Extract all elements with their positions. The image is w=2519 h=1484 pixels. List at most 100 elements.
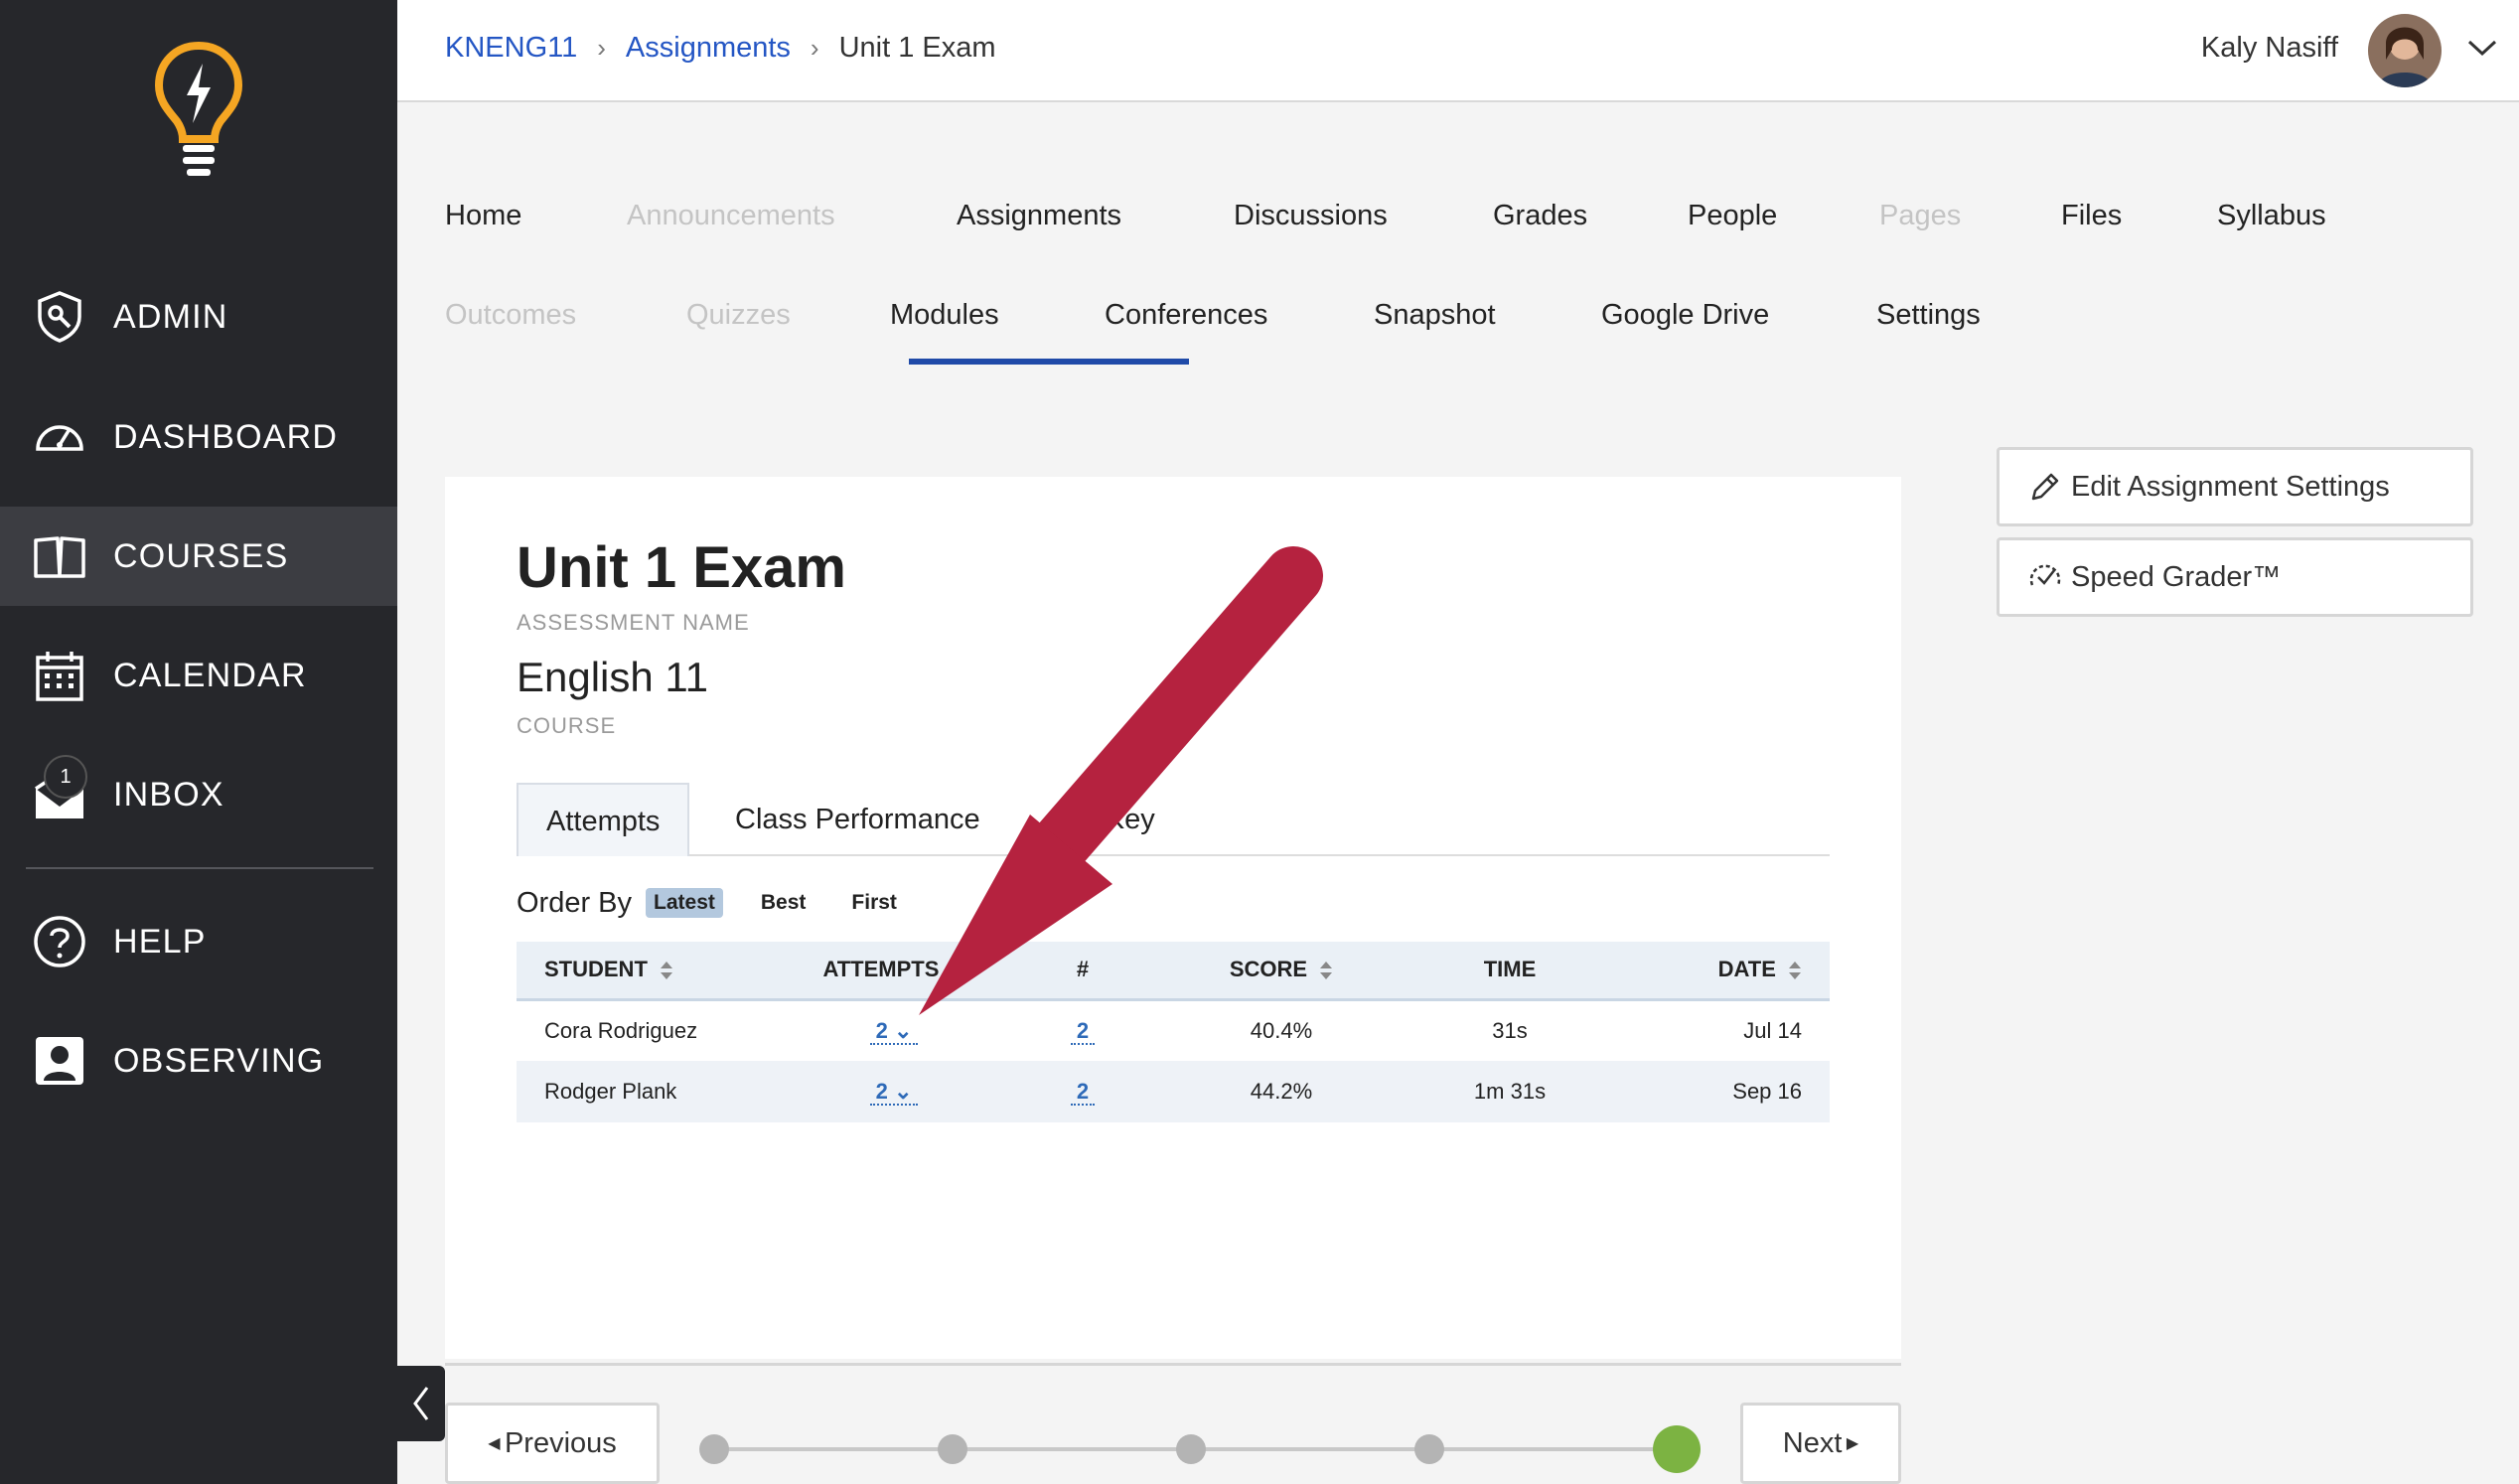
order-latest-option[interactable]: Latest <box>646 888 723 918</box>
active-tab-indicator <box>909 359 1189 365</box>
order-best-option[interactable]: Best <box>753 888 815 918</box>
progress-step-2[interactable] <box>938 1434 967 1464</box>
tab-home[interactable]: Home <box>445 200 521 232</box>
assessment-name-caption: ASSESSMENT NAME <box>517 610 750 635</box>
tab-settings[interactable]: Settings <box>1876 299 1981 332</box>
tab-quizzes[interactable]: Quizzes <box>686 299 791 332</box>
tab-discussions[interactable]: Discussions <box>1234 200 1388 232</box>
shield-wrench-icon <box>38 291 81 343</box>
date-value: Jul 14 <box>1743 1017 1802 1043</box>
column-header-label: DATE <box>1717 957 1776 982</box>
column-header-label: STUDENT <box>544 957 648 982</box>
assessment-tabs: Attempts Class Performance wer Key <box>517 783 1830 856</box>
open-book-icon <box>34 536 85 578</box>
sidebar-item-dashboard[interactable]: DASHBOARD <box>0 387 397 487</box>
sidebar-item-label: CALENDAR <box>113 656 307 694</box>
attempts-count: 2 <box>875 1079 888 1104</box>
tab-files[interactable]: Files <box>2061 200 2122 232</box>
previous-label: Previous <box>504 1426 617 1459</box>
column-header-label: # <box>1076 957 1090 982</box>
progress-step-1[interactable] <box>699 1434 729 1464</box>
course-navigation: Home Announcements Assignments Discussio… <box>397 102 2519 400</box>
chevron-down-icon: ⌄ <box>893 1079 913 1104</box>
sidebar-item-observing[interactable]: OBSERVING <box>0 1011 397 1111</box>
score-column-header[interactable]: SCORE <box>1152 942 1410 1001</box>
help-circle-icon <box>34 916 85 967</box>
time-column-header: TIME <box>1410 942 1609 1001</box>
attempts-column-header[interactable]: ATTEMPTS <box>775 942 1013 1001</box>
tab-people[interactable]: People <box>1688 200 1777 232</box>
previous-button[interactable]: ◀ Previous <box>445 1403 660 1484</box>
tab-outcomes[interactable]: Outcomes <box>445 299 576 332</box>
tab-syllabus[interactable]: Syllabus <box>2217 200 2326 232</box>
tab-grades[interactable]: Grades <box>1493 200 1587 232</box>
lightbulb-logo-icon[interactable] <box>149 40 248 179</box>
date-column-header[interactable]: DATE <box>1609 942 1830 1001</box>
attempts-dropdown[interactable]: 2 ⌄ <box>775 999 1013 1061</box>
table-row: Cora Rodriguez 2 ⌄ 2 40.4% 31s Jul 14 <box>517 999 1830 1061</box>
progress-step-5-current[interactable] <box>1653 1425 1701 1473</box>
sidebar-item-label: HELP <box>113 922 207 961</box>
sidebar-item-label: OBSERVING <box>113 1041 325 1080</box>
pencil-icon <box>2031 473 2059 501</box>
time-value: 31s <box>1492 1017 1528 1043</box>
sort-icon <box>661 962 673 980</box>
student-name: Rodger Plank <box>517 1061 775 1122</box>
chevron-down-icon[interactable] <box>2465 36 2499 60</box>
collapse-sidebar-button[interactable] <box>397 1366 445 1441</box>
user-name[interactable]: Kaly Nasiff <box>2201 32 2338 65</box>
chevron-right-icon: › <box>597 33 606 63</box>
tab-assignments[interactable]: Assignments <box>957 200 1121 232</box>
sidebar-item-calendar[interactable]: CALENDAR <box>0 626 397 725</box>
sidebar-item-label: COURSES <box>113 536 289 575</box>
sidebar-divider <box>26 867 373 869</box>
sidebar-item-label: DASHBOARD <box>113 417 339 456</box>
sort-icon <box>1789 962 1801 980</box>
avatar[interactable] <box>2368 14 2442 87</box>
speedometer-icon <box>36 425 83 451</box>
course-name: English 11 <box>517 654 709 700</box>
table-header-row: STUDENT ATTEMPTS # SCORE TIME DATE <box>517 942 1830 1001</box>
tab-class-performance[interactable]: Class Performance <box>707 783 1008 856</box>
speed-grader-button[interactable]: Speed Grader™ <box>1997 537 2473 617</box>
breadcrumb: KNENG11 › Assignments › Unit 1 Exam <box>445 32 996 65</box>
breadcrumb-course-link[interactable]: KNENG11 <box>445 32 577 65</box>
next-button[interactable]: Next ▶ <box>1740 1403 1901 1484</box>
page-title: Unit 1 Exam <box>517 535 846 600</box>
sidebar-item-help[interactable]: HELP <box>0 892 397 991</box>
date-value: Sep 16 <box>1609 1061 1830 1122</box>
tab-pages[interactable]: Pages <box>1879 200 1961 232</box>
student-column-header[interactable]: STUDENT <box>517 942 775 1001</box>
attempts-count: 2 <box>875 1017 888 1043</box>
tab-announcements[interactable]: Announcements <box>627 200 835 232</box>
attempt-number: 2 <box>1070 1079 1096 1106</box>
attempt-number-link[interactable]: 2 <box>1013 1061 1152 1122</box>
speed-grader-icon <box>2029 564 2061 586</box>
order-first-option[interactable]: First <box>843 888 905 918</box>
sidebar: ADMIN DASHBOARD COURSES CALENDAR INBOX 1… <box>0 0 397 1484</box>
progress-step-3[interactable] <box>1176 1434 1206 1464</box>
card-divider <box>445 1363 1901 1366</box>
tab-snapshot[interactable]: Snapshot <box>1374 299 1496 332</box>
edit-assignment-settings-button[interactable]: Edit Assignment Settings <box>1997 447 2473 526</box>
progress-step-4[interactable] <box>1414 1434 1444 1464</box>
column-header-label: TIME <box>1483 957 1537 982</box>
sort-icon <box>1320 962 1333 980</box>
number-column-header: # <box>1013 942 1152 1001</box>
person-badge-icon <box>36 1037 83 1085</box>
sidebar-item-admin[interactable]: ADMIN <box>0 267 397 367</box>
sidebar-item-courses[interactable]: COURSES <box>0 507 397 606</box>
tab-modules[interactable]: Modules <box>890 299 999 332</box>
tab-attempts[interactable]: Attempts <box>517 783 690 856</box>
attempts-dropdown[interactable]: 2 ⌄ <box>775 1061 1013 1122</box>
tab-answer-key[interactable]: wer Key <box>1023 783 1183 856</box>
sort-icon <box>952 962 964 980</box>
tab-google-drive[interactable]: Google Drive <box>1601 299 1769 332</box>
triangle-right-icon: ▶ <box>1842 1435 1859 1452</box>
tab-conferences[interactable]: Conferences <box>1105 299 1267 332</box>
chevron-down-icon: ⌄ <box>893 1017 913 1043</box>
attempt-number: 2 <box>1070 1017 1096 1045</box>
breadcrumb-assignments-link[interactable]: Assignments <box>626 32 791 65</box>
score-value: 40.4% <box>1250 1017 1313 1043</box>
attempt-number-link[interactable]: 2 <box>1013 999 1152 1061</box>
